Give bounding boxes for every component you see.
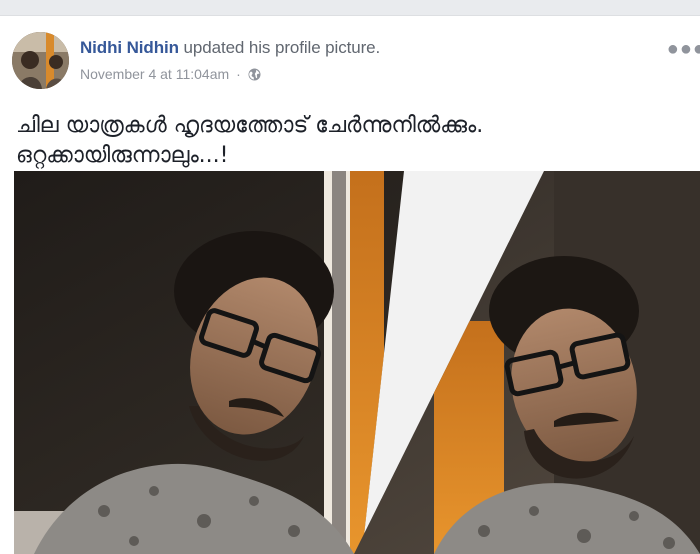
globe-icon[interactable]: [248, 68, 261, 81]
post-action-text: updated his profile picture.: [183, 38, 381, 57]
meta-separator: ·: [236, 66, 241, 82]
post-meta: November 4 at 11:04am ·: [80, 66, 261, 82]
post-text: ചില യാത്രകൾ ഹൃദയത്തോട് ചേർന്നുനിൽക്കും. …: [16, 111, 686, 171]
ellipsis-icon[interactable]: ●●●: [667, 38, 700, 61]
author-name-link[interactable]: Nidhi Nidhin: [80, 38, 179, 57]
avatar-image: [12, 32, 69, 89]
feed-post: Nidhi Nidhin updated his profile picture…: [0, 15, 700, 554]
post-text-line-2: ഒറ്റക്കായിരുന്നാലും...!: [16, 143, 229, 168]
post-header: Nidhi Nidhin updated his profile picture…: [80, 38, 380, 58]
profile-photo[interactable]: [14, 171, 700, 554]
profile-avatar[interactable]: [12, 32, 69, 89]
profile-photo-image: [14, 171, 700, 554]
post-timestamp[interactable]: November 4 at 11:04am: [80, 66, 229, 82]
post-text-line-1: ചില യാത്രകൾ ഹൃദയത്തോട് ചേർന്നുനിൽക്കും.: [16, 113, 484, 138]
